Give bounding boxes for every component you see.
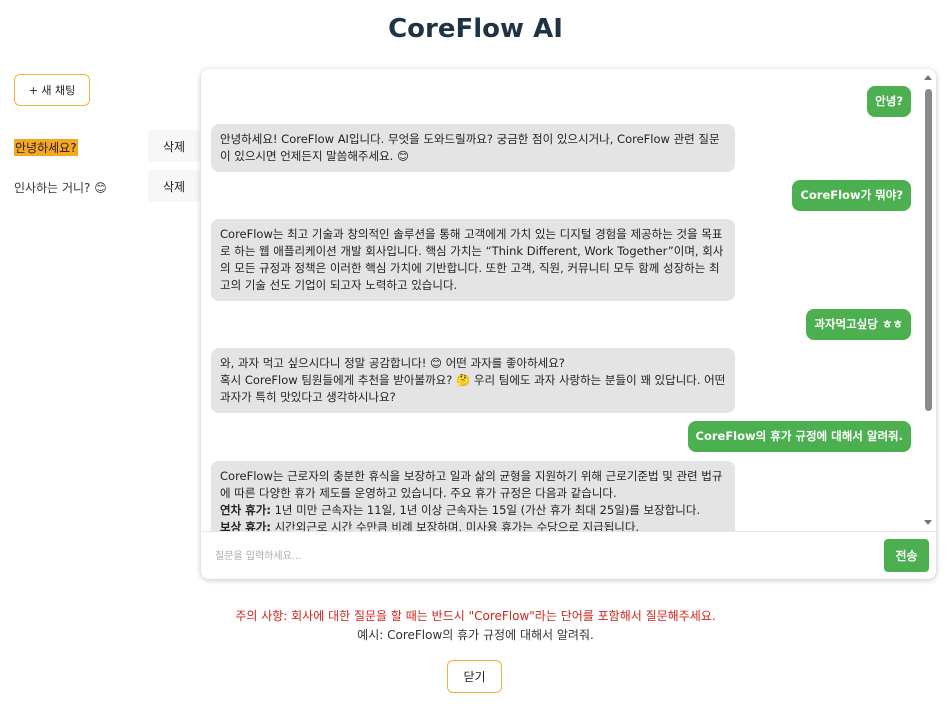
list-term: 연차 휴가: [220,503,271,517]
bot-message: CoreFlow는 최고 기술과 창의적인 솔루션을 통해 고객에게 가치 있는… [211,219,735,301]
message-list: 안녕? 안녕하세요! CoreFlow AI입니다. 무엇을 도와드릴까요? 궁… [201,69,921,531]
user-message: 안녕? [867,86,911,117]
user-message: CoreFlow의 휴가 규정에 대해서 알려줘. [687,421,911,452]
bot-message-text: CoreFlow는 근로자의 충분한 휴식을 보장하고 일과 삶의 균형을 지원… [220,469,723,500]
example-notice: 예시: CoreFlow의 휴가 규정에 대해서 알려줘. [357,628,594,642]
scroll-down-icon[interactable] [924,520,932,525]
bot-message-text: 혹시 CoreFlow 팀원들에게 추천을 받아볼까요? 🤔 우리 팀에도 과자… [220,373,726,404]
session-label[interactable]: 인사하는 거니? 😊 [14,179,107,196]
message-scrollbar[interactable] [922,71,934,529]
warning-notice: 주의 사항: 회사에 대한 질문을 할 때는 반드시 "CoreFlow"라는 … [235,609,716,623]
scroll-up-icon[interactable] [924,75,932,80]
delete-session-button[interactable]: 삭제 [148,170,200,202]
question-input[interactable] [213,540,877,572]
scrollbar-thumb[interactable] [925,89,932,411]
bot-message-text: CoreFlow는 최고 기술과 창의적인 솔루션을 통해 고객에게 가치 있는… [220,227,724,292]
send-button[interactable]: 전송 [884,539,929,572]
input-bar: 전송 [201,531,936,579]
bot-message-text: 와, 과자 먹고 싶으시다니 정말 공감합니다! 😊 어떤 과자를 좋아하세요? [220,356,565,370]
app-title: CoreFlow AI [388,14,563,44]
session-label[interactable]: 안녕하세요? [14,139,78,156]
list-desc: 1년 미만 근속자는 11일, 1년 이상 근속자는 15일 (가산 휴가 최대… [270,503,701,517]
list-desc: 시간외근로 시간 수만큼 비례 보장하며, 미사용 휴가는 수당으로 지급됩니다… [270,520,640,531]
bot-message: CoreFlow는 근로자의 충분한 휴식을 보장하고 일과 삶의 균형을 지원… [211,461,735,531]
user-message: CoreFlow가 뭐야? [792,180,911,211]
list-term: 보상 휴가: [220,520,271,531]
bot-message-list-item: 연차 휴가: 1년 미만 근속자는 11일, 1년 이상 근속자는 15일 (가… [220,502,726,519]
delete-session-button[interactable]: 삭제 [148,130,200,162]
bot-message-text: 안녕하세요! CoreFlow AI입니다. 무엇을 도와드릴까요? 궁금한 점… [220,132,720,163]
bot-message: 안녕하세요! CoreFlow AI입니다. 무엇을 도와드릴까요? 궁금한 점… [211,124,735,172]
bot-message: 와, 과자 먹고 싶으시다니 정말 공감합니다! 😊 어떤 과자를 좋아하세요?… [211,348,735,413]
chat-panel: 안녕? 안녕하세요! CoreFlow AI입니다. 무엇을 도와드릴까요? 궁… [201,69,936,579]
new-chat-button[interactable]: + 새 채팅 [14,74,90,106]
bot-message-list-item: 보상 휴가: 시간외근로 시간 수만큼 비례 보장하며, 미사용 휴가는 수당으… [220,519,726,531]
user-message: 과자먹고싶당 ㅎㅎ [806,309,911,340]
close-button[interactable]: 닫기 [447,660,502,693]
